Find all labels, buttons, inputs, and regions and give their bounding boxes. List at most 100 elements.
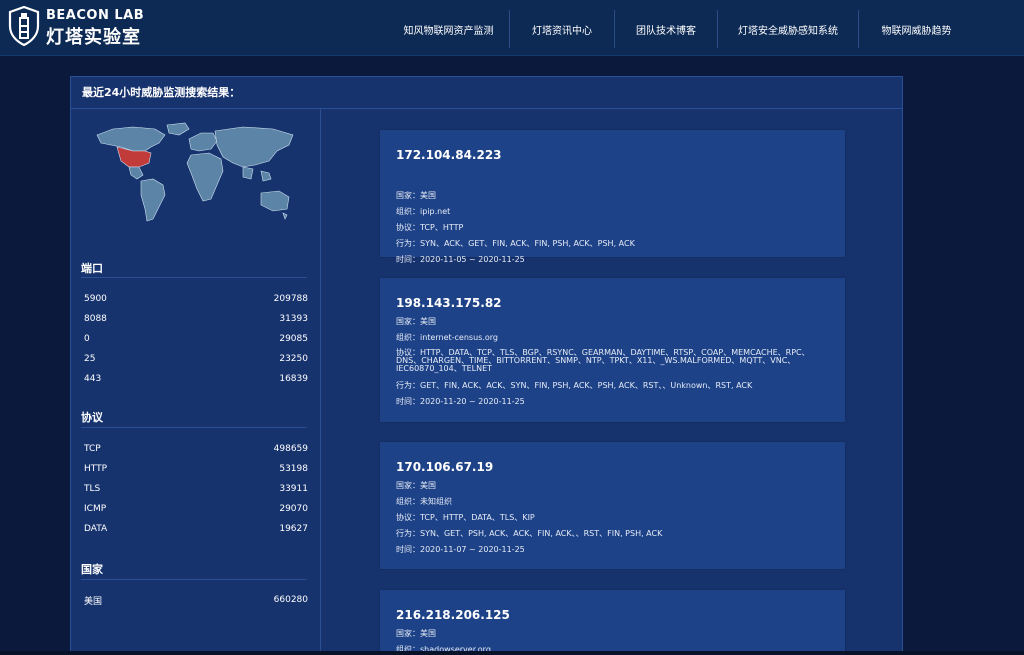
result-org: 组织：未知组织 (396, 498, 826, 506)
brand-logo[interactable]: BEACON LAB 灯塔实验室 (8, 6, 148, 48)
result-behavior: 行为：GET、FIN, ACK、ACK、SYN、FIN, PSH, ACK、PS… (396, 382, 826, 390)
protocols-title: 协议 (81, 411, 103, 424)
field-value: internet-census.org (420, 333, 498, 342)
protocol-row[interactable]: HTTP 53198 (84, 460, 308, 478)
field-value: SYN、ACK、GET、FIN, ACK、FIN, PSH, ACK、PSH, … (420, 239, 635, 248)
port-count: 31393 (279, 314, 308, 324)
field-value: 美国 (420, 629, 436, 638)
protocol-row[interactable]: ICMP 29070 (84, 500, 308, 518)
nav-label: 团队技术博客 (636, 25, 696, 37)
field-label: 行为： (396, 381, 420, 390)
result-org: 组织：ipip.net (396, 208, 826, 216)
top-navbar: BEACON LAB 灯塔实验室 知风物联网资产监测 灯塔资讯中心 团队技术博客… (0, 0, 1024, 56)
field-value: 美国 (420, 317, 436, 326)
protocol-name: TLS (84, 484, 101, 494)
field-label: 国家： (396, 317, 420, 326)
port-name: 5900 (84, 294, 107, 304)
field-label: 国家： (396, 629, 420, 638)
field-label: 协议： (396, 223, 420, 232)
nav-news-center[interactable]: 灯塔资讯中心 (509, 10, 614, 48)
protocol-count: 29070 (279, 504, 308, 514)
field-label: 组织： (396, 207, 420, 216)
field-label: 组织： (396, 333, 420, 342)
nav-label: 灯塔资讯中心 (532, 25, 592, 37)
nav-label: 物联网威胁趋势 (881, 25, 952, 37)
result-ip[interactable]: 198.143.175.82 (396, 296, 502, 310)
country-row[interactable]: 美国 660280 (84, 591, 308, 609)
brand-name-en: BEACON LAB (46, 8, 145, 23)
field-label: 行为： (396, 239, 420, 248)
nav-tech-blog[interactable]: 团队技术博客 (614, 10, 717, 48)
divider (81, 579, 307, 580)
result-ip[interactable]: 170.106.67.19 (396, 460, 493, 474)
protocol-row[interactable]: TLS 33911 (84, 480, 308, 498)
bottom-strip (0, 651, 1024, 655)
field-label: 时间： (396, 255, 420, 264)
nav-iot-threat-trend[interactable]: 物联网威胁趋势 (858, 10, 974, 48)
nav-label: 灯塔安全威胁感知系统 (738, 25, 838, 37)
result-card[interactable]: 216.218.206.125 国家：美国 组织：shadowserver.or… (380, 590, 845, 655)
result-card[interactable]: 170.106.67.19 国家：美国 组织：未知组织 协议：TCP、HTTP、… (380, 442, 845, 569)
country-name: 美国 (84, 596, 103, 607)
field-label: 协议： (396, 513, 420, 522)
field-value: TCP、HTTP、DATA、TLS、KIP (420, 513, 535, 522)
lighthouse-shield-icon (8, 6, 40, 46)
port-row[interactable]: 8088 31393 (84, 310, 308, 328)
nav-asset-monitoring[interactable]: 知风物联网资产监测 (388, 10, 509, 48)
port-name: 443 (84, 374, 102, 384)
field-value: TCP、HTTP (420, 223, 464, 232)
field-label: 国家： (396, 481, 420, 490)
brand-name-cn: 灯塔实验室 (46, 27, 141, 48)
field-value: 2020-11-05 ~ 2020-11-25 (420, 255, 525, 264)
port-row[interactable]: 25 23250 (84, 350, 308, 368)
result-country: 国家：美国 (396, 482, 826, 490)
result-behavior: 行为：SYN、ACK、GET、FIN, ACK、FIN, PSH, ACK、PS… (396, 240, 826, 248)
field-value: HTTP、DATA、TCP、TLS、BGP、RSYNC、GEARMAN、DAYT… (396, 348, 810, 373)
result-protocol: 协议：TCP、HTTP、DATA、TLS、KIP (396, 514, 826, 522)
protocol-name: DATA (84, 524, 108, 534)
protocol-count: 498659 (273, 444, 308, 454)
field-value: 2020-11-07 ~ 2020-11-25 (420, 545, 525, 554)
result-country: 国家：美国 (396, 318, 826, 326)
result-behavior: 行为：SYN、GET、PSH, ACK、ACK、FIN, ACK、、RST、FI… (396, 530, 826, 538)
result-time: 时间：2020-11-07 ~ 2020-11-25 (396, 546, 826, 554)
protocol-count: 33911 (279, 484, 308, 494)
field-value: GET、FIN, ACK、ACK、SYN、FIN, PSH, ACK、PSH, … (420, 381, 753, 390)
stats-sidebar: 端口 5900 209788 8088 31393 0 29085 25 23250 4… (71, 109, 321, 655)
port-name: 8088 (84, 314, 107, 324)
result-ip[interactable]: 216.218.206.125 (396, 608, 510, 622)
port-row[interactable]: 0 29085 (84, 330, 308, 348)
port-name: 25 (84, 354, 96, 364)
countries-title: 国家 (81, 563, 103, 576)
result-card[interactable]: 198.143.175.82 国家：美国 组织：internet-census.… (380, 278, 845, 422)
port-count: 23250 (279, 354, 308, 364)
result-ip[interactable]: 172.104.84.223 (396, 148, 502, 162)
result-org: 组织：internet-census.org (396, 334, 826, 342)
nav-threat-perception[interactable]: 灯塔安全威胁感知系统 (717, 10, 858, 48)
protocol-row[interactable]: DATA 19627 (84, 520, 308, 538)
port-row[interactable]: 5900 209788 (84, 290, 308, 308)
field-value: 美国 (420, 481, 436, 490)
port-count: 209788 (273, 294, 308, 304)
port-count: 29085 (279, 334, 308, 344)
protocol-name: TCP (84, 444, 101, 454)
result-time: 时间：2020-11-05 ~ 2020-11-25 (396, 256, 826, 264)
protocol-row[interactable]: TCP 498659 (84, 440, 308, 458)
protocol-count: 19627 (279, 524, 308, 534)
ports-title: 端口 (81, 262, 103, 275)
country-count: 660280 (273, 595, 308, 605)
panel-title: 最近24小时威胁监测搜索结果： (71, 77, 902, 109)
field-label: 国家： (396, 191, 420, 200)
result-time: 时间：2020-11-20 ~ 2020-11-25 (396, 398, 826, 406)
result-country: 国家：美国 (396, 630, 826, 638)
port-name: 0 (84, 334, 90, 344)
field-label: 行为： (396, 529, 420, 538)
nav-label: 知风物联网资产监测 (403, 25, 494, 37)
port-row[interactable]: 443 16839 (84, 370, 308, 388)
divider (81, 277, 307, 278)
field-value: SYN、GET、PSH, ACK、ACK、FIN, ACK、、RST、FIN, … (420, 529, 663, 538)
protocol-count: 53198 (279, 464, 308, 474)
field-value: 美国 (420, 191, 436, 200)
result-card[interactable]: 172.104.84.223 国家：美国 组织：ipip.net 协议：TCP、… (380, 130, 845, 264)
field-label: 组织： (396, 497, 420, 506)
